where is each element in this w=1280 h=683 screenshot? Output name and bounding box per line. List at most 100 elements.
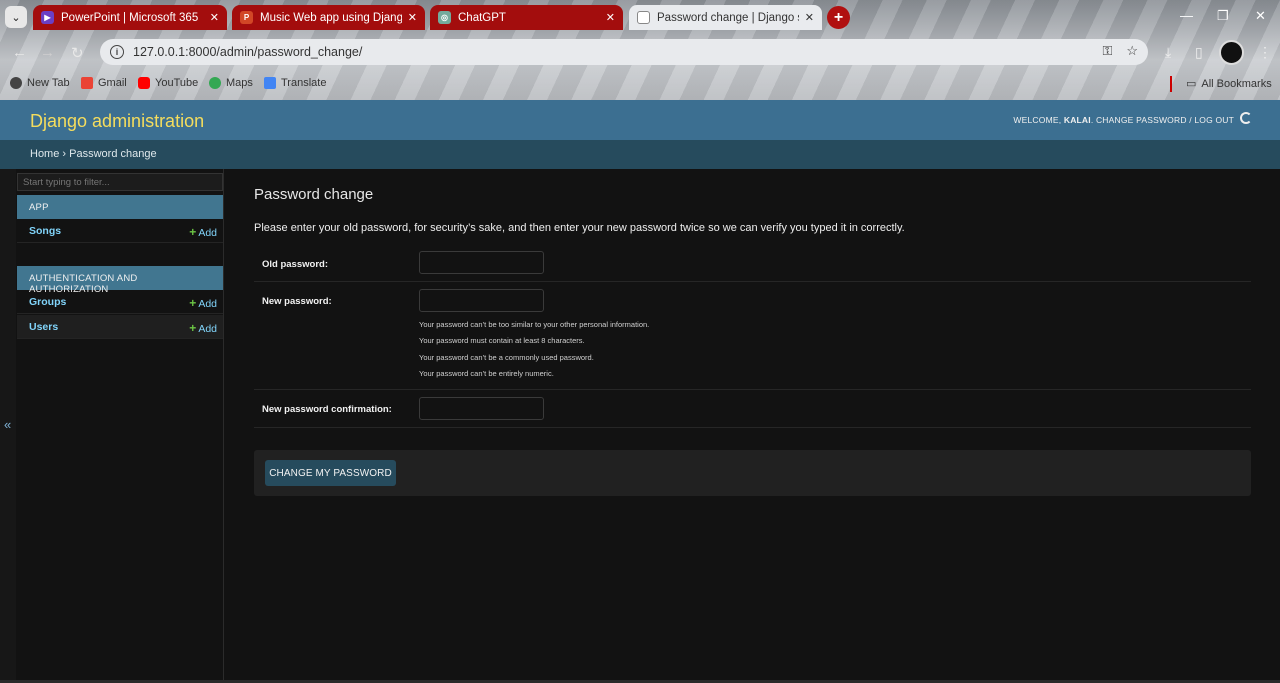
- bookmark-label: New Tab: [27, 77, 70, 89]
- key-icon[interactable]: ⚿: [1102, 43, 1112, 59]
- forward-icon[interactable]: →: [40, 44, 55, 61]
- double-chevron-left-icon: «: [4, 417, 12, 432]
- logout-link[interactable]: LOG OUT: [1194, 115, 1234, 125]
- address-bar[interactable]: i 127.0.0.1:8000/admin/password_change/ …: [100, 39, 1148, 65]
- password-help-item: Your password can’t be a commonly used p…: [419, 353, 594, 362]
- bookmark-label: Maps: [226, 77, 253, 89]
- sidebar-item-songs: Songs + Add: [17, 219, 223, 243]
- password-help-item: Your password must contain at least 8 ch…: [419, 336, 585, 345]
- tab-powerpoint[interactable]: ▶ PowerPoint | Microsoft 365 ✕: [33, 5, 227, 30]
- close-tab-icon[interactable]: ✕: [606, 11, 615, 24]
- folder-icon: ▭: [1186, 78, 1197, 90]
- divider: [1170, 76, 1172, 92]
- breadcrumb-home[interactable]: Home: [30, 148, 59, 160]
- omnibox-actions: ⚿ ☆: [1102, 43, 1138, 59]
- restore-icon[interactable]: ❐: [1217, 8, 1229, 24]
- new-password-row: New password: Your password can’t be too…: [254, 282, 1251, 390]
- tab-title: ChatGPT: [458, 11, 506, 24]
- toolbar: ← → ↻ i 127.0.0.1:8000/admin/password_ch…: [0, 36, 1280, 68]
- bookmark-label: All Bookmarks: [1201, 77, 1272, 90]
- new-password-field[interactable]: [419, 289, 544, 312]
- bookmark-label: Gmail: [98, 77, 127, 89]
- profile-avatar[interactable]: [1219, 40, 1244, 65]
- site-info-icon[interactable]: i: [110, 45, 124, 59]
- songs-link[interactable]: Songs: [29, 225, 61, 237]
- side-panel-icon[interactable]: ▯: [1195, 44, 1203, 61]
- youtube-icon: [138, 77, 150, 89]
- more-menu-icon[interactable]: ⋮: [1258, 44, 1272, 61]
- intro-text: Please enter your old password, for secu…: [254, 222, 905, 234]
- breadcrumb-separator: ›: [62, 148, 67, 160]
- breadcrumb: Home › Password change: [0, 140, 1280, 169]
- new-tab-button[interactable]: +: [827, 6, 850, 29]
- add-songs-button[interactable]: + Add: [189, 225, 217, 239]
- add-label: Add: [198, 227, 217, 239]
- close-tab-icon[interactable]: ✕: [805, 11, 814, 24]
- plus-icon: +: [189, 321, 197, 335]
- module-caption-auth[interactable]: AUTHENTICATION AND AUTHORIZATION: [17, 266, 223, 295]
- add-label: Add: [198, 298, 217, 310]
- globe-icon: [10, 77, 22, 89]
- add-users-button[interactable]: + Add: [189, 321, 217, 335]
- old-password-field[interactable]: [419, 251, 544, 274]
- reload-icon[interactable]: ↻: [71, 44, 84, 62]
- plus-icon: +: [189, 225, 197, 239]
- powerpoint-favicon-icon: P: [240, 11, 253, 24]
- bookmark-label: YouTube: [155, 77, 199, 89]
- tab-title: Password change | Django site: [657, 11, 799, 24]
- back-icon[interactable]: ←: [12, 44, 27, 61]
- site-header: Django administration WELCOME, KALAI. CH…: [0, 100, 1280, 140]
- confirm-password-field[interactable]: [419, 397, 544, 420]
- theme-toggle-icon[interactable]: [1240, 112, 1252, 124]
- url-text[interactable]: 127.0.0.1:8000/admin/password_change/: [133, 45, 362, 59]
- minimize-icon[interactable]: —: [1180, 8, 1193, 23]
- close-window-icon[interactable]: ✕: [1255, 8, 1266, 24]
- tab-password-change[interactable]: Password change | Django site ✕: [629, 5, 822, 30]
- site-brand[interactable]: Django administration: [30, 111, 204, 132]
- toggle-nav-sidebar[interactable]: «: [0, 169, 16, 683]
- tab-music-web-app[interactable]: P Music Web app using Django Fr ✕: [232, 5, 425, 30]
- star-icon[interactable]: ☆: [1126, 43, 1138, 59]
- password-help-item: Your password can’t be too similar to yo…: [419, 320, 650, 329]
- bookmark-youtube[interactable]: YouTube: [138, 77, 198, 89]
- close-tab-icon[interactable]: ✕: [210, 11, 219, 24]
- bookmark-gmail[interactable]: Gmail: [81, 77, 127, 89]
- tab-strip: ⌄ ▶ PowerPoint | Microsoft 365 ✕ P Music…: [0, 0, 1280, 34]
- tab-title: PowerPoint | Microsoft 365: [61, 11, 199, 24]
- download-icon[interactable]: ⤓: [1165, 44, 1171, 61]
- bookmark-maps[interactable]: Maps: [209, 77, 253, 89]
- old-password-row: Old password:: [254, 244, 1251, 282]
- add-groups-button[interactable]: + Add: [189, 296, 217, 310]
- all-bookmarks-button[interactable]: ▭ All Bookmarks: [1186, 77, 1272, 91]
- maps-icon: [209, 77, 221, 89]
- new-password-label: New password:: [262, 296, 332, 307]
- confirm-password-row: New password confirmation:: [254, 390, 1251, 428]
- separator: /: [1189, 115, 1192, 125]
- tab-chatgpt[interactable]: ◎ ChatGPT ✕: [430, 5, 623, 30]
- gmail-icon: [81, 77, 93, 89]
- page-title: Password change: [254, 186, 374, 203]
- bookmark-translate[interactable]: Translate: [264, 77, 326, 89]
- change-password-button[interactable]: CHANGE MY PASSWORD: [265, 460, 396, 486]
- users-link[interactable]: Users: [29, 321, 58, 333]
- old-password-label: Old password:: [262, 259, 328, 270]
- powerpoint-favicon-icon: ▶: [41, 11, 54, 24]
- close-tab-icon[interactable]: ✕: [408, 11, 417, 24]
- sidebar-item-users: Users + Add: [17, 315, 223, 339]
- sidebar-item-groups: Groups + Add: [17, 290, 223, 314]
- groups-link[interactable]: Groups: [29, 296, 66, 308]
- tab-title: Music Web app using Django Fr: [260, 11, 402, 24]
- browser-chrome: ⌄ ▶ PowerPoint | Microsoft 365 ✕ P Music…: [0, 0, 1280, 100]
- change-password-link[interactable]: CHANGE PASSWORD: [1096, 115, 1187, 125]
- confirm-password-label: New password confirmation:: [262, 404, 392, 415]
- breadcrumb-current: Password change: [69, 148, 157, 160]
- module-caption-app[interactable]: APP: [17, 195, 223, 219]
- chevron-down-icon: ⌄: [11, 11, 21, 24]
- password-help-item: Your password can’t be entirely numeric.: [419, 369, 554, 378]
- nav-filter-input[interactable]: [17, 173, 223, 191]
- bookmark-new-tab[interactable]: New Tab: [10, 77, 70, 89]
- add-label: Add: [198, 323, 217, 335]
- tab-search-button[interactable]: ⌄: [5, 6, 27, 28]
- bookmarks-bar: New Tab Gmail YouTube Maps Translate ▭ Al…: [0, 74, 1280, 94]
- submit-row: CHANGE MY PASSWORD: [254, 450, 1251, 496]
